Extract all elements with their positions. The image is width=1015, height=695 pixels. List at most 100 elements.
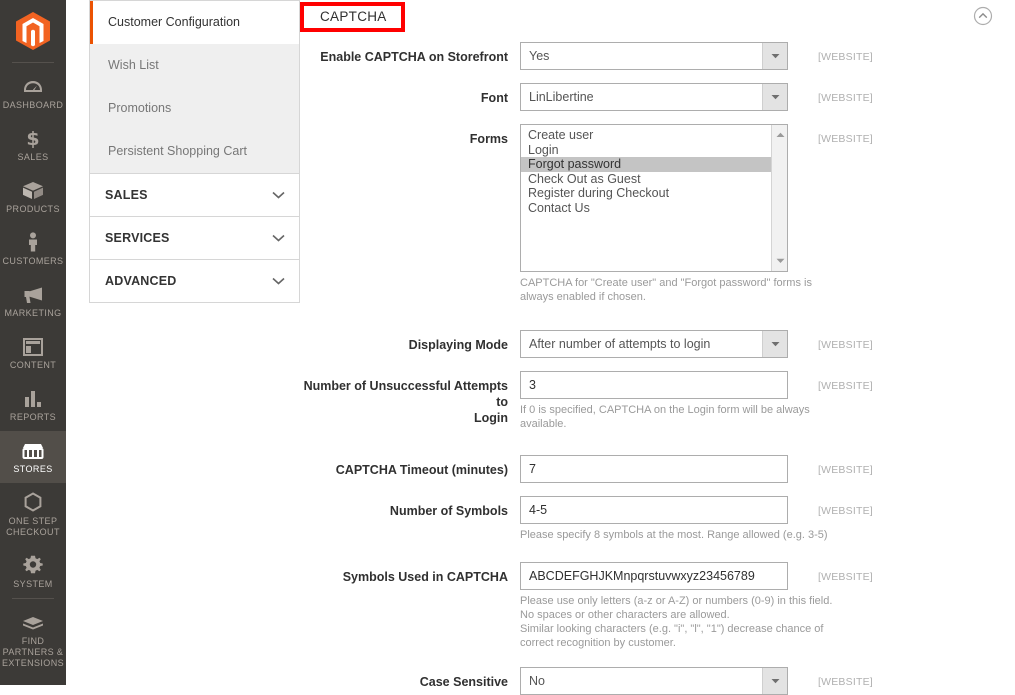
svg-text:$: $ (26, 128, 39, 148)
dashboard-icon (23, 74, 43, 96)
sidebar-item-label: CUSTOMERS (2, 256, 64, 266)
sidebar-item-one-step-checkout[interactable]: ONE STEP CHECKOUT (0, 483, 66, 546)
note-line: Please use only letters (a-z or A-Z) or … (520, 595, 833, 607)
sidebar-item-content[interactable]: CONTENT (0, 327, 66, 379)
nav-item-label: Customer Configuration (108, 15, 241, 29)
sidebar-item-stores[interactable]: STORES (0, 431, 66, 483)
sidebar-item-products[interactable]: PRODUCTS (0, 171, 66, 223)
sidebar-item-system[interactable]: SYSTEM (0, 546, 66, 598)
forms-option[interactable]: Register during Checkout (521, 186, 787, 201)
captcha-title-highlight: CAPTCHA (300, 2, 405, 32)
unsuccessful-attempts-input[interactable] (520, 371, 788, 399)
scroll-up-icon[interactable] (772, 127, 787, 143)
sidebar-item-dashboard[interactable]: DASHBOARD (0, 67, 66, 119)
nav-section-advanced[interactable]: ADVANCED (89, 260, 300, 303)
symbols-used-note: Please use only letters (a-z or A-Z) or … (520, 594, 833, 650)
sidebar-item-label: SALES (17, 152, 49, 162)
field-label: Case Sensitive (419, 675, 508, 689)
scope-label: [WEBSITE] (818, 339, 873, 351)
gear-icon (23, 553, 43, 575)
attempts-note: If 0 is specified, CAPTCHA on the Login … (520, 403, 810, 431)
nav-item-label: Wish List (108, 58, 159, 72)
enable-captcha-select[interactable]: Yes (520, 42, 788, 70)
sidebar-item-marketing[interactable]: MARKETING (0, 275, 66, 327)
scope-label: [WEBSITE] (818, 505, 873, 517)
sidebar-item-find-partners[interactable]: FIND PARTNERS & EXTENSIONS (0, 603, 66, 677)
chevron-down-icon (272, 272, 285, 290)
displaying-mode-value[interactable]: After number of attempts to login (520, 330, 788, 358)
dropdown-arrow-icon[interactable] (762, 43, 787, 69)
forms-option[interactable]: Create user (521, 128, 787, 143)
page-title[interactable]: CAPTCHA (320, 9, 387, 24)
layout-icon (23, 334, 43, 356)
field-label: Displaying Mode (408, 338, 508, 352)
sidebar-item-reports[interactable]: REPORTS (0, 379, 66, 431)
font-select[interactable]: LinLibertine (520, 83, 788, 111)
displaying-mode-select[interactable]: After number of attempts to login (520, 330, 788, 358)
forms-note: CAPTCHA for "Create user" and "Forgot pa… (520, 276, 812, 304)
forms-option[interactable]: Login (521, 143, 787, 158)
magento-logo[interactable] (0, 0, 66, 62)
case-sensitive-select[interactable]: No (520, 667, 788, 695)
field-label: Symbols Used in CAPTCHA (342, 570, 508, 584)
rail-divider-bottom (12, 598, 54, 599)
symbols-count-note: Please specify 8 symbols at the most. Ra… (520, 528, 828, 542)
scope-label: [WEBSITE] (818, 51, 873, 63)
box-icon (22, 178, 44, 200)
rail-divider-top (12, 62, 54, 63)
symbols-used-input[interactable] (520, 562, 788, 590)
configuration-nav: Customer Configuration Wish List Promoti… (89, 0, 300, 303)
nav-item-wish-list[interactable]: Wish List (90, 44, 299, 87)
field-font: Font LinLibertine [WEBSITE] (300, 83, 1015, 111)
field-forms: Forms Create user Login Forgot password … (300, 124, 1015, 304)
bar-chart-icon (23, 386, 43, 408)
nav-section-services[interactable]: SERVICES (89, 217, 300, 260)
font-value[interactable]: LinLibertine (520, 83, 788, 111)
dropdown-arrow-icon[interactable] (762, 668, 787, 694)
field-symbols-used: Symbols Used in CAPTCHA Please use only … (300, 562, 1015, 650)
forms-option-selected[interactable]: Forgot password (521, 157, 787, 172)
field-label-line: Login (473, 411, 508, 425)
scope-label: [WEBSITE] (818, 571, 873, 583)
field-enable-captcha: Enable CAPTCHA on Storefront Yes [WEBSIT… (300, 42, 1015, 70)
chevron-down-icon (272, 186, 285, 204)
field-label: Enable CAPTCHA on Storefront (320, 50, 508, 64)
nav-item-customer-configuration[interactable]: Customer Configuration (90, 1, 299, 44)
dropdown-arrow-icon[interactable] (762, 84, 787, 110)
field-label: Number of Unsuccessful Attempts to Login (300, 371, 520, 426)
nav-item-label: Persistent Shopping Cart (108, 144, 247, 158)
note-line: CAPTCHA for "Create user" and "Forgot pa… (520, 277, 812, 289)
sidebar-item-sales[interactable]: $ SALES (0, 119, 66, 171)
forms-option[interactable]: Contact Us (521, 201, 787, 216)
hexagon-icon (23, 490, 43, 512)
dollar-icon: $ (26, 126, 40, 148)
nav-section-label: SALES (105, 188, 148, 202)
field-label-line: Number of Unsuccessful Attempts to (303, 379, 508, 409)
sidebar-item-label: CONTENT (9, 360, 57, 370)
sidebar-item-label: MARKETING (4, 308, 62, 318)
forms-scrollbar[interactable] (771, 125, 787, 271)
person-icon (26, 230, 40, 252)
nav-section-label: ADVANCED (105, 274, 177, 288)
nav-item-persistent-shopping-cart[interactable]: Persistent Shopping Cart (90, 130, 299, 173)
forms-multiselect[interactable]: Create user Login Forgot password Check … (520, 124, 788, 272)
field-label: CAPTCHA Timeout (minutes) (335, 463, 508, 477)
scroll-down-icon[interactable] (772, 253, 787, 269)
nav-item-label: Promotions (108, 101, 172, 115)
megaphone-icon (22, 282, 44, 304)
forms-option[interactable]: Check Out as Guest (521, 172, 787, 187)
sidebar-item-customers[interactable]: CUSTOMERS (0, 223, 66, 275)
case-sensitive-value[interactable]: No (520, 667, 788, 695)
note-line: Please specify 8 symbols at the most. Ra… (520, 529, 828, 541)
enable-captcha-value[interactable]: Yes (520, 42, 788, 70)
nav-section-sales[interactable]: SALES (89, 174, 300, 217)
captcha-timeout-input[interactable] (520, 455, 788, 483)
chevron-up-circle-icon[interactable] (973, 6, 993, 26)
field-captcha-timeout: CAPTCHA Timeout (minutes) [WEBSITE] (300, 455, 1015, 483)
nav-item-promotions[interactable]: Promotions (90, 87, 299, 130)
number-of-symbols-input[interactable] (520, 496, 788, 524)
admin-sidebar: DASHBOARD $ SALES PRODUCTS CUSTOMERS MAR… (0, 0, 66, 685)
dropdown-arrow-icon[interactable] (762, 331, 787, 357)
scope-label: [WEBSITE] (818, 464, 873, 476)
chevron-down-icon (272, 229, 285, 247)
